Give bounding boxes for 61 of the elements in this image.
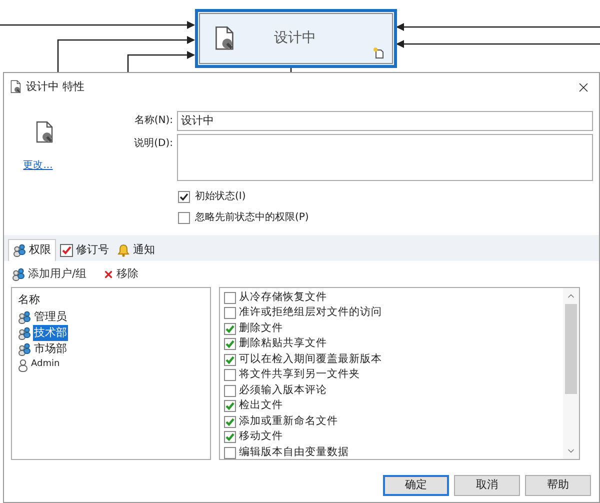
field-label: 名称(N): bbox=[133, 114, 173, 128]
member-item[interactable]: 技术部 bbox=[33, 324, 68, 342]
users-icon bbox=[18, 342, 31, 356]
tab[interactable]: 通知 bbox=[113, 239, 159, 261]
users-icon bbox=[13, 244, 26, 257]
node-label: 设计中 bbox=[274, 29, 316, 48]
state-node[interactable]: 设计中 bbox=[195, 9, 397, 68]
scrollbar[interactable] bbox=[563, 288, 579, 459]
toolbar-button[interactable]: 添加用户/组 bbox=[12, 266, 87, 282]
checkbox[interactable] bbox=[224, 369, 236, 382]
field-label: 说明(D): bbox=[133, 137, 173, 151]
permission-label: 准许或拒绝组层对文件的访问 bbox=[239, 305, 382, 320]
checkbox[interactable] bbox=[224, 446, 236, 459]
dialog-title: 设计中 特性 bbox=[26, 78, 84, 95]
tab[interactable]: 修订号 bbox=[56, 239, 113, 261]
checkbox[interactable] bbox=[224, 307, 236, 320]
checkbox[interactable] bbox=[224, 431, 236, 444]
users-icon bbox=[18, 310, 31, 324]
remove-icon bbox=[102, 268, 114, 280]
member-item[interactable]: 市场部 bbox=[33, 340, 68, 358]
permission-label: 添加或重新命名文件 bbox=[239, 414, 338, 429]
permission-label: 将文件共享到另一文件夹 bbox=[239, 367, 360, 382]
users-icon bbox=[18, 326, 31, 340]
change-link[interactable]: 更改... bbox=[23, 158, 53, 173]
dialog-button[interactable]: 确定 bbox=[383, 475, 449, 496]
permission-label: 检出文件 bbox=[239, 398, 283, 414]
document-wrench-icon bbox=[35, 121, 55, 144]
dialog-button[interactable]: 帮助 bbox=[525, 475, 591, 496]
checkbox[interactable] bbox=[224, 416, 236, 428]
toolbar-button[interactable]: 移除 bbox=[102, 266, 139, 282]
checkbox[interactable] bbox=[224, 292, 236, 304]
tab[interactable]: 权限 bbox=[8, 239, 56, 261]
permission-label: 必须输入版本评论 bbox=[239, 382, 327, 398]
dialog-button[interactable]: 取消 bbox=[454, 475, 520, 496]
column-header: 名称 bbox=[18, 292, 41, 308]
member-item[interactable]: 管理员 bbox=[33, 308, 68, 326]
bell-icon bbox=[117, 244, 130, 256]
users-icon bbox=[12, 268, 25, 280]
option-label: 忽略先前状态中的权限(P) bbox=[195, 210, 309, 225]
checkbox[interactable] bbox=[178, 212, 190, 224]
permission-label: 删除粘贴共享文件 bbox=[239, 336, 327, 352]
permission-label: 编辑版本自由变量数据 bbox=[239, 444, 349, 460]
document-wrench-icon bbox=[214, 26, 236, 52]
document-wrench-icon bbox=[10, 80, 22, 94]
permission-label: 可以在检入期间覆盖最新版本 bbox=[239, 352, 382, 367]
permission-label: 移动文件 bbox=[239, 429, 283, 444]
permission-label: 从冷存储恢复文件 bbox=[239, 290, 327, 305]
description-field[interactable] bbox=[177, 134, 593, 181]
checkbox[interactable] bbox=[224, 354, 236, 366]
user-icon bbox=[18, 358, 28, 372]
checkbox[interactable] bbox=[224, 384, 236, 397]
checkbox[interactable] bbox=[178, 190, 190, 202]
option-label: 初始状态(I) bbox=[195, 190, 246, 204]
checkbox[interactable] bbox=[224, 338, 236, 350]
checkbox[interactable] bbox=[224, 400, 236, 412]
checkbox-icon bbox=[60, 244, 73, 256]
checkbox[interactable] bbox=[224, 322, 236, 335]
new-document-icon bbox=[373, 47, 384, 59]
permission-label: 删除文件 bbox=[239, 320, 283, 336]
name-field[interactable]: 设计中 bbox=[177, 111, 593, 131]
member-item[interactable]: Admin bbox=[30, 358, 61, 372]
